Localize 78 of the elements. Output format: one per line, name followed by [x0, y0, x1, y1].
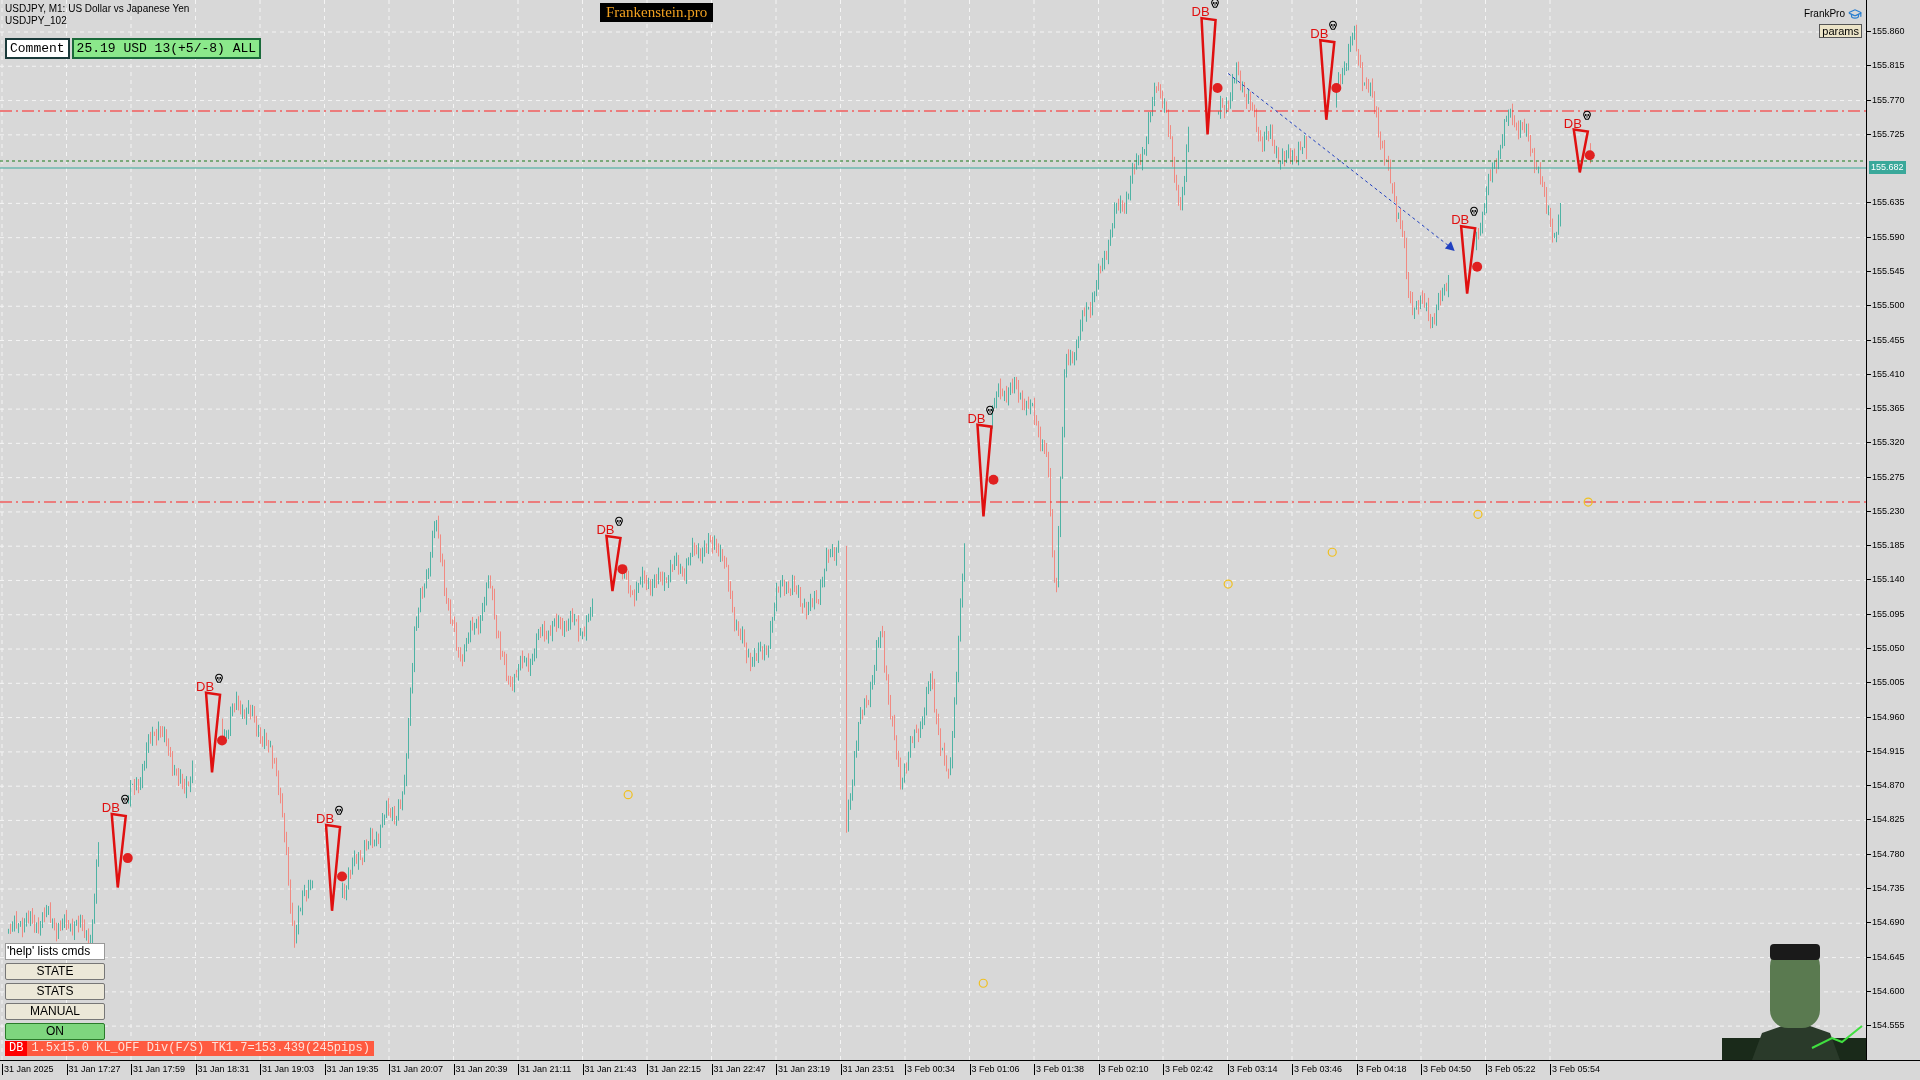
price-tick-label: 154.645 [1872, 951, 1905, 963]
panel-button[interactable]: MANUAL [5, 1003, 105, 1020]
account-label: USDJPY_102 [5, 15, 68, 27]
price-tick-label: 155.500 [1872, 300, 1905, 312]
price-tick-label: 155.590 [1872, 231, 1905, 243]
price-tick-label: 155.005 [1872, 677, 1905, 689]
pattern-label: DB [196, 678, 215, 694]
pattern-label: DB [1451, 212, 1470, 228]
pattern-label: DB [1310, 26, 1329, 42]
price-tick-label: 154.600 [1872, 985, 1905, 997]
time-label: 31 Jan 21:11 [518, 1064, 572, 1075]
comment-label: Comment [5, 38, 70, 59]
price-tick-label: 155.365 [1872, 403, 1905, 415]
time-label: 3 Feb 00:34 [905, 1064, 956, 1075]
profit-summary: 25.19 USD 13(+5/-8) ALL [71, 38, 262, 59]
panel-button[interactable]: STATE [5, 963, 105, 980]
time-label: 3 Feb 01:38 [1034, 1064, 1085, 1075]
price-tick-label: 155.095 [1872, 608, 1905, 620]
price-tick-label: 155.320 [1872, 437, 1905, 449]
time-label: 3 Feb 04:50 [1421, 1064, 1472, 1075]
price-tick-label: 154.915 [1872, 745, 1905, 757]
time-label: 3 Feb 02:42 [1163, 1064, 1214, 1075]
time-label: 31 Jan 18:31 [195, 1064, 250, 1075]
price-tick-label: 155.635 [1872, 197, 1905, 209]
pattern-label: DB [1191, 4, 1210, 20]
price-tick-label: 155.050 [1872, 643, 1905, 655]
price-tick-label: 154.555 [1872, 1020, 1905, 1032]
current-price-label: 155.682 [1869, 161, 1906, 174]
price-tick-label: 155.140 [1872, 574, 1905, 586]
time-label: 31 Jan 17:27 [66, 1064, 121, 1075]
price-tick-label: 155.275 [1872, 471, 1905, 483]
pattern-label: DB [101, 800, 120, 816]
time-label: 31 Jan 2025 [2, 1064, 54, 1075]
price-tick-label: 154.735 [1872, 883, 1905, 894]
time-label: 31 Jan 17:59 [131, 1064, 186, 1075]
indicator-name: FrankPro [1803, 7, 1845, 21]
time-label: 3 Feb 03:14 [1227, 1064, 1278, 1075]
price-tick-label: 154.825 [1872, 814, 1905, 826]
price-tick-label: 154.780 [1872, 848, 1905, 860]
price-tick-label: 154.690 [1872, 917, 1905, 929]
price-tick-label: 155.185 [1872, 540, 1905, 552]
params-button[interactable]: params [1819, 24, 1862, 38]
panel-button[interactable]: ON [5, 1023, 105, 1040]
status-text: 1.5x15.0 KL_OFF Div(F/S) TK1.7=153.439(245pips) [27, 1041, 374, 1056]
pattern-label: DB [316, 811, 335, 827]
pattern-label: DB [1563, 115, 1582, 131]
time-label: 31 Jan 21:43 [582, 1064, 637, 1075]
time-label: 3 Feb 03:46 [1292, 1064, 1343, 1075]
time-label: 3 Feb 02:10 [1098, 1064, 1149, 1075]
price-tick-label: 155.230 [1872, 505, 1905, 517]
price-tick-label: 155.545 [1872, 265, 1905, 277]
price-tick-label: 155.455 [1872, 334, 1905, 346]
price-tick-label: 155.770 [1872, 94, 1905, 106]
price-tick-label: 155.725 [1872, 128, 1905, 140]
time-label: 31 Jan 20:07 [389, 1064, 444, 1075]
time-label: 3 Feb 01:06 [969, 1064, 1020, 1075]
time-label: 31 Jan 22:47 [711, 1064, 766, 1075]
time-label: 31 Jan 23:51 [840, 1064, 895, 1075]
price-tick-label: 155.860 [1872, 26, 1905, 37]
symbol-title: USDJPY, M1: US Dollar vs Japanese Yen [5, 3, 190, 15]
time-label: 31 Jan 23:19 [776, 1064, 831, 1075]
time-label: 3 Feb 05:22 [1485, 1064, 1536, 1075]
price-tick-label: 155.815 [1872, 60, 1905, 72]
time-label: 3 Feb 04:18 [1356, 1064, 1407, 1075]
time-label: 31 Jan 19:03 [260, 1064, 315, 1075]
price-tick-label: 155.410 [1872, 368, 1905, 380]
time-label: 31 Jan 19:35 [324, 1064, 379, 1075]
panel-button[interactable]: STATS [5, 983, 105, 1000]
pattern-label: DB [596, 522, 615, 538]
price-tick-label: 154.870 [1872, 780, 1905, 792]
time-label: 3 Feb 05:54 [1550, 1064, 1601, 1075]
status-tag: DB [5, 1041, 28, 1056]
pattern-label: DB [967, 410, 986, 426]
time-label: 31 Jan 20:39 [453, 1064, 508, 1075]
price-tick-label: 154.960 [1872, 711, 1905, 723]
time-label: 31 Jan 22:15 [647, 1064, 702, 1075]
command-field[interactable]: 'help' lists cmds [5, 943, 105, 960]
brand-badge: Frankenstein.pro [600, 3, 714, 22]
